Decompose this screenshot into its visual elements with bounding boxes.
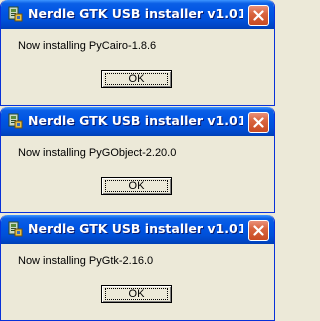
close-icon [253, 117, 264, 128]
close-icon [253, 225, 264, 236]
dialog-body: Now installing PyGtk-2.16.0 OK [4, 244, 271, 320]
installer-dialog-pygobject: Nerdle GTK USB installer v1.01 S... Now … [0, 107, 275, 213]
close-button[interactable] [248, 5, 269, 26]
installer-app-icon [7, 113, 23, 129]
dialog-title: Nerdle GTK USB installer v1.01 S... [28, 113, 243, 128]
installer-dialog-pygtk: Nerdle GTK USB installer v1.01 S... Now … [0, 215, 275, 321]
installer-app-icon [7, 221, 23, 237]
ok-button-label: OK [128, 180, 145, 192]
ok-button-label: OK [128, 73, 145, 85]
ok-button[interactable]: OK [101, 70, 172, 88]
install-message: Now installing PyGObject-2.20.0 [18, 147, 177, 159]
close-icon [253, 10, 264, 21]
install-message: Now installing PyCairo-1.8.6 [18, 40, 157, 52]
dialog-title: Nerdle GTK USB installer v1.01 S... [28, 6, 243, 21]
title-bar[interactable]: Nerdle GTK USB installer v1.01 S... [1, 215, 274, 244]
install-message: Now installing PyGtk-2.16.0 [18, 255, 154, 267]
dialog-body: Now installing PyCairo-1.8.6 OK [4, 29, 271, 105]
title-bar[interactable]: Nerdle GTK USB installer v1.01 S... [1, 107, 274, 136]
ok-button[interactable]: OK [101, 285, 172, 303]
dialog-body: Now installing PyGObject-2.20.0 OK [4, 136, 271, 212]
title-bar[interactable]: Nerdle GTK USB installer v1.01 S... [1, 0, 274, 29]
installer-app-icon [7, 6, 23, 22]
ok-button[interactable]: OK [101, 177, 172, 195]
installer-dialog-pycairo: Nerdle GTK USB installer v1.01 S... Now … [0, 0, 275, 106]
dialog-title: Nerdle GTK USB installer v1.01 S... [28, 221, 243, 236]
close-button[interactable] [248, 220, 269, 241]
ok-button-label: OK [128, 288, 145, 300]
close-button[interactable] [248, 112, 269, 133]
